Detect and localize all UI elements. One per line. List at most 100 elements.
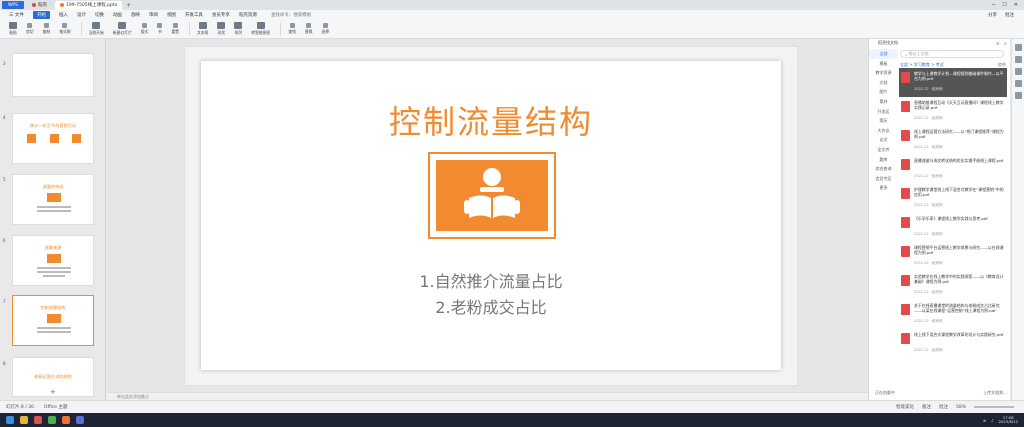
panel-controls: ⚙ ✕ — [996, 41, 1011, 46]
command-search[interactable]: 查找命令、搜索模板 — [271, 12, 312, 18]
slide-thumbnail[interactable]: 流量来源 — [12, 235, 94, 286]
volume-icon[interactable]: ♪ — [991, 418, 993, 423]
cut-button[interactable]: 剪切 — [23, 22, 37, 36]
slide-thumbnail[interactable]: 流量的构成 — [12, 174, 94, 225]
app-icon[interactable] — [48, 416, 56, 424]
category-item[interactable]: 全部 — [869, 49, 898, 59]
doc-list-item[interactable]: 线上线下混合式课程教学改革的设计与实践研究.pdf 2022-12 · 稻壳网 — [899, 329, 1007, 358]
menu-transition[interactable]: 切换 — [95, 12, 104, 18]
doc-list-item[interactable]: 直播助推课程互动《天天互动直播间》课程线上教学实践记录.pdf 2022-12 … — [899, 97, 1007, 126]
menu-slideshow[interactable]: 放映 — [131, 12, 140, 18]
slide-bullet[interactable]: 1.自然推介流量占比 — [201, 268, 781, 292]
file-explorer-icon[interactable] — [20, 416, 28, 424]
system-clock[interactable]: 17:08 2023/6/12 — [999, 415, 1018, 425]
menu-design[interactable]: 设计 — [77, 12, 86, 18]
paste-button[interactable]: 粘贴 — [6, 21, 20, 36]
copy-button[interactable]: 复制 — [40, 22, 54, 36]
menu-daoke-resources[interactable]: 稻壳资源 — [239, 12, 257, 18]
category-item[interactable]: 模板 — [869, 59, 898, 69]
doc-list-item[interactable]: 直播流量与成交转化结构优化实操手册线上课程.pdf 2022-12 · 稻壳网 — [899, 155, 1007, 184]
upload-doc-link[interactable]: 上传文档到... — [983, 390, 1007, 396]
zoom-slider[interactable] — [974, 406, 1014, 408]
find-button[interactable]: 查找 — [285, 22, 299, 36]
section-button[interactable]: 节 — [154, 22, 165, 36]
textbox-button[interactable]: 文本框 — [194, 21, 211, 36]
doc-list-item[interactable]: 课程营销平台运营线上教学效果与研究——以在线课程为例.pdf 2022-12 ·… — [899, 242, 1007, 271]
notes-area[interactable]: 单击此处添加备注 — [107, 392, 868, 400]
category-item[interactable]: 综合查询 — [869, 164, 898, 174]
category-item[interactable]: 图片 — [869, 87, 898, 97]
category-item[interactable]: 全文件 — [869, 145, 898, 155]
slide-thumbnail[interactable]: 统计一年至今的营销活动 — [12, 113, 94, 164]
format-painter-button[interactable]: 格式刷 — [56, 22, 73, 36]
menu-review[interactable]: 审阅 — [149, 12, 158, 18]
category-item[interactable]: 论文 — [869, 135, 898, 145]
comment-button[interactable]: 批注 — [1005, 12, 1014, 18]
close-icon[interactable]: ✕ — [1014, 2, 1018, 8]
doc-list-item[interactable]: 线上课程运营方法研究——以“热门课程推荐”课程为例.pdf 2022-12 · … — [899, 126, 1007, 155]
menu-view[interactable]: 视图 — [167, 12, 176, 18]
tab-document[interactable]: 199-7505线上课程.pptx — [55, 0, 123, 10]
slide-thumbnail-selected[interactable]: 控制流量结构 — [12, 295, 94, 346]
app-icon[interactable] — [76, 416, 84, 424]
add-slide-button[interactable]: + — [50, 388, 56, 396]
maximize-icon[interactable]: ☐ — [1002, 2, 1006, 8]
wifi-icon[interactable]: ≋ — [983, 418, 986, 423]
slide-canvas[interactable]: 控制流量结构 1.自然推介流量占比 2.老粉成交占比 — [107, 39, 867, 392]
shape-button[interactable]: 形状 — [214, 21, 228, 36]
category-item[interactable]: 会员专区 — [869, 174, 898, 184]
share-icon[interactable] — [1014, 92, 1022, 99]
gear-icon[interactable]: ⚙ — [996, 41, 1000, 46]
layout-button[interactable]: 版式 — [138, 22, 152, 36]
doc-list-item[interactable]: 实验教学在线上教学中的实践探索——以《教育设计基础》课程为例.pdf 2022-… — [899, 271, 1007, 300]
smartart-button[interactable]: 转智能图形 — [248, 21, 273, 36]
doc-list-item[interactable]: 教学与上课教学计划—课程规划基础课件制作—以平台为例.pdf 2022-12 ·… — [899, 68, 1007, 97]
animation-icon[interactable] — [1014, 68, 1022, 75]
settings-icon[interactable] — [1014, 44, 1022, 51]
comments-toggle[interactable]: 批注 — [939, 404, 948, 410]
menu-insert[interactable]: 插入 — [59, 12, 68, 18]
category-item[interactable]: 大作业 — [869, 126, 898, 136]
category-item[interactable]: 更多 — [869, 183, 898, 193]
new-slide-button[interactable]: 新建幻灯片 — [110, 21, 135, 36]
minimize-icon[interactable]: ─ — [992, 2, 995, 8]
select-button[interactable]: 选择 — [319, 22, 333, 36]
current-slide[interactable]: 控制流量结构 1.自然推介流量占比 2.老粉成交占比 — [201, 61, 781, 370]
slide-bullet[interactable]: 2.老粉成交占比 — [201, 294, 781, 318]
tab-daoke[interactable]: 稻壳 — [27, 1, 52, 10]
doc-list-item[interactable]: 《乐学乐享》课程线上教学实践与思考.pdf 2022-12 · 稻壳网 — [899, 213, 1007, 242]
close-icon[interactable]: ✕ — [1004, 41, 1007, 46]
slide-picture-frame[interactable] — [428, 152, 556, 239]
replace-button[interactable]: 替换 — [302, 22, 316, 36]
style-icon[interactable] — [1014, 56, 1022, 63]
reset-button[interactable]: 重置 — [168, 22, 182, 36]
slide-thumbnail[interactable] — [12, 53, 94, 97]
start-menu-icon[interactable] — [6, 416, 14, 424]
browser-icon[interactable] — [34, 416, 42, 424]
slide-thumbnail-panel[interactable]: 3 4 统计一年至今的营销活动 5 流量的构成 6 流量来源 7 控制流量结构 — [0, 39, 106, 400]
wps-taskbar-icon[interactable] — [62, 416, 70, 424]
document-icon[interactable] — [1014, 80, 1022, 87]
arrange-button[interactable]: 排列 — [231, 21, 245, 36]
notes-toggle[interactable]: 备注 — [922, 404, 931, 410]
category-item[interactable]: 开发区 — [869, 107, 898, 117]
category-item[interactable]: 题库 — [869, 155, 898, 165]
category-item[interactable]: 简历 — [869, 116, 898, 126]
doc-list-item[interactable]: 护理教学课堂线上线下混合式教学在“课程营销”中的应用.pdf 2022-12 ·… — [899, 184, 1007, 213]
new-tab-button[interactable]: + — [126, 2, 131, 9]
slide-title[interactable]: 控制流量结构 — [201, 97, 781, 143]
category-item[interactable]: 教学资源 — [869, 68, 898, 78]
menu-developer[interactable]: 开发工具 — [185, 12, 203, 18]
doc-list-item[interactable]: 关于在线直播课堂的流量结构与老粉成交占比研究——以某在线课程“运营控制”线上课程… — [899, 300, 1007, 329]
play-current-button[interactable]: 当前开始 — [86, 21, 107, 36]
share-button[interactable]: 分享 — [988, 12, 997, 18]
menu-file[interactable]: 三 文件 — [9, 12, 24, 18]
doc-search-input[interactable]: ⌕ 找以上文档 — [900, 50, 1004, 58]
category-item[interactable]: 文档 — [869, 78, 898, 88]
category-item[interactable]: 素材 — [869, 97, 898, 107]
menu-animation[interactable]: 动画 — [113, 12, 122, 18]
wps-home-button[interactable]: WPS — [2, 1, 24, 9]
smart-beautify-button[interactable]: 智能美化 — [896, 404, 914, 410]
menu-home[interactable]: 开始 — [32, 10, 50, 19]
menu-member[interactable]: 会员专享 — [212, 12, 230, 18]
